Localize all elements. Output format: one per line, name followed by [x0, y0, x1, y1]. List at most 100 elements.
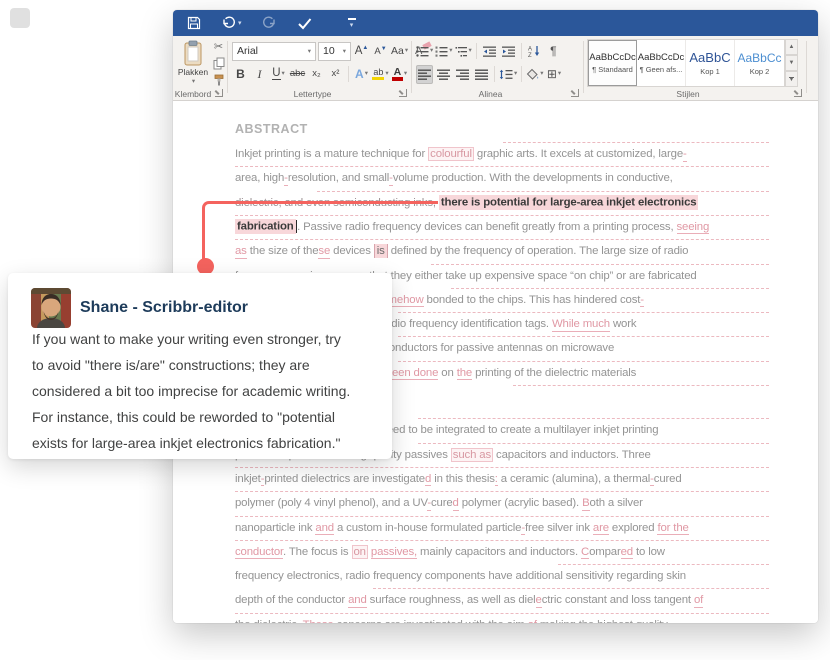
separator [521, 66, 523, 82]
confirm-button[interactable] [295, 13, 314, 33]
styles-scrollbar: ▲ ▼ ▼ [785, 39, 798, 87]
text-segment: a ceramic (alumina), a thermal [497, 472, 651, 485]
undo-dropdown-caret: ▾ [238, 20, 242, 27]
save-icon [187, 16, 201, 30]
style-kop-1[interactable]: AaBbC Kop 1 [686, 40, 735, 86]
align-left-button[interactable] [416, 64, 433, 84]
style-standaard[interactable]: AaBbCcDc ¶ Standaard [588, 40, 637, 86]
subscript-button[interactable]: x₂ [308, 65, 325, 84]
font-size-combobox[interactable]: 10 ▾ [318, 41, 351, 61]
styles-scroll-down-button[interactable]: ▼ [785, 55, 798, 71]
text-segment: ed [620, 545, 633, 560]
bullet-list-icon [416, 45, 429, 57]
undo-button[interactable]: ▾ [219, 13, 244, 33]
tracked-change-dash [418, 442, 769, 444]
cut-button[interactable]: ✂ [210, 40, 227, 55]
underline-button[interactable]: U ▾ [270, 65, 287, 84]
text-highlight-button[interactable]: ab ▾ [372, 65, 389, 84]
document-line: depth of the conductor and surface rough… [235, 592, 703, 609]
tracked-change-dash [513, 385, 769, 386]
styles-more-button[interactable]: ▼ [785, 71, 798, 87]
tracked-change-dash [503, 142, 769, 143]
tracked-change-dash [431, 263, 769, 265]
svg-text:Z: Z [528, 53, 532, 57]
tracked-change-dash [235, 466, 769, 468]
toolbar-options-icon: ▾ [347, 17, 356, 29]
sort-icon: AZ [528, 46, 539, 57]
text-segment: ompar [589, 545, 621, 558]
styles-dialog-launcher[interactable] [793, 89, 802, 97]
style-kop-2[interactable]: AaBbCc Kop 2 [735, 40, 784, 86]
shrink-font-button[interactable]: A▼ [372, 42, 389, 61]
align-center-icon [437, 69, 450, 80]
text-segment: C [580, 545, 590, 560]
italic-button[interactable]: I [251, 65, 268, 84]
avatar [31, 288, 71, 328]
page-background: ▾ ▾ Plakken ▾ ✂ Klembord Arial ▾ 10 ▾ A▲… [0, 0, 830, 660]
redo-button[interactable] [260, 13, 279, 33]
text-effects-button[interactable]: A ▾ [353, 65, 370, 84]
clipboard-icon [184, 40, 202, 66]
justify-icon [475, 69, 488, 80]
separator [475, 43, 477, 59]
tracked-change-dash [235, 166, 769, 168]
line-spacing-button[interactable]: ▾ [499, 65, 517, 84]
paragraph-dialog-launcher[interactable] [570, 89, 579, 97]
comment-body: If you want to make your writing even st… [32, 331, 351, 451]
font-name-combobox[interactable]: Arial ▾ [232, 41, 316, 61]
checkmark-icon [297, 17, 311, 29]
text-segment: free silver ink [525, 521, 593, 534]
increase-indent-button[interactable] [500, 42, 517, 61]
redo-icon [262, 16, 275, 28]
sort-button[interactable]: AZ [526, 42, 543, 61]
customize-toolbar-button[interactable]: ▾ [346, 13, 358, 33]
superscript-button[interactable]: x² [327, 65, 344, 84]
style-geen-afstand[interactable]: AaBbCcDc ¶ Geen afs... [637, 40, 686, 86]
comment-author: Shane - Scribbr-editor [80, 299, 249, 316]
clipboard-dialog-launcher[interactable] [214, 89, 223, 97]
decrease-indent-button[interactable] [481, 42, 498, 61]
format-painter-button[interactable] [210, 72, 227, 87]
align-right-icon [456, 69, 469, 80]
align-center-button[interactable] [435, 65, 452, 84]
text-segment: depth of the conductor [235, 594, 349, 607]
paste-button[interactable]: Plakken ▾ [177, 40, 209, 86]
bold-button[interactable]: B [232, 65, 249, 84]
text-segment: oth a silver [589, 497, 643, 510]
borders-button[interactable]: ⊞ ▾ [546, 65, 563, 84]
group-separator [806, 41, 807, 93]
text-segment: mainly capacitors and inductors. [417, 545, 581, 558]
paint-bucket-icon [527, 68, 539, 80]
styles-scroll-up-button[interactable]: ▲ [785, 39, 798, 55]
text-segment: frequency electronics, radio frequency c… [235, 570, 686, 583]
shading-button[interactable]: ▾ [526, 65, 544, 84]
justify-button[interactable] [473, 65, 490, 84]
text-segment: inkjet [235, 472, 261, 485]
copy-button[interactable] [210, 56, 227, 71]
change-case-button[interactable]: Aa ▾ [391, 42, 408, 61]
text-segment: passives, [370, 545, 418, 560]
styles-group: AaBbCcDc ¶ Standaard AaBbCcDc ¶ Geen afs… [584, 36, 806, 101]
text-segment: explored [608, 521, 658, 534]
show-paragraph-marks-button[interactable]: ¶ [545, 42, 562, 61]
scissors-icon: ✂ [213, 41, 224, 53]
align-left-icon [418, 69, 431, 80]
multilevel-list-button[interactable]: ▾ [455, 42, 472, 61]
title-bar: ▾ ▾ [173, 10, 818, 36]
numbering-button[interactable]: ▾ [435, 42, 453, 61]
highlighter-icon: ab [372, 67, 385, 81]
strikethrough-button[interactable]: abc [289, 65, 306, 84]
font-dialog-launcher[interactable] [398, 89, 407, 97]
text-segment: resolution, and small [287, 172, 390, 185]
bullets-button[interactable]: ▾ [416, 42, 433, 61]
text-segment: cured [653, 472, 682, 485]
tracked-change-dash [418, 418, 769, 420]
align-right-button[interactable] [454, 65, 471, 84]
tracked-change-dash [317, 190, 769, 192]
clipboard-group: Plakken ▾ ✂ Klembord [173, 36, 227, 101]
text-segment: surface roughness, as well as diel [366, 594, 536, 607]
undo-icon [223, 16, 235, 28]
save-button[interactable] [185, 13, 203, 33]
grow-font-button[interactable]: A▲ [353, 42, 370, 61]
font-color-button[interactable]: A ▾ [391, 65, 408, 84]
